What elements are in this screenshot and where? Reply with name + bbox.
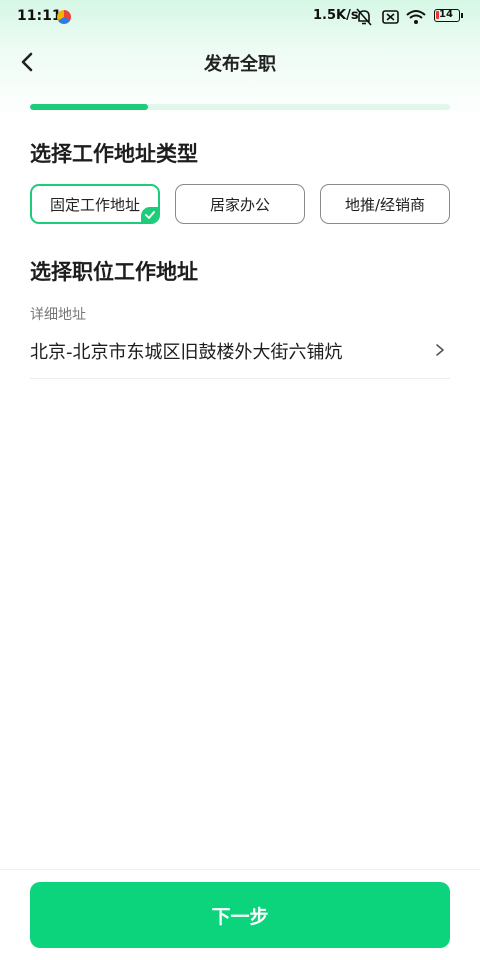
footer-divider — [0, 869, 480, 870]
option-label: 地推/经销商 — [344, 195, 426, 214]
wifi-icon — [406, 10, 426, 24]
address-selector[interactable]: 北京-北京市东城区旧鼓楼外大街六铺炕 — [30, 334, 450, 378]
progress-fill — [30, 104, 148, 110]
address-field-label: 详细地址 — [30, 307, 86, 323]
next-step-button[interactable]: 下一步 — [30, 882, 450, 948]
status-bar: 11:11 1.5K/s 14 — [0, 0, 480, 34]
nav-bar: 发布全职 — [0, 40, 480, 84]
work-type-title: 选择工作地址类型 — [30, 142, 198, 166]
option-fixed-address[interactable]: 固定工作地址 — [30, 184, 160, 224]
battery-level: 14 — [439, 9, 453, 20]
option-label: 固定工作地址 — [49, 195, 140, 214]
work-type-options: 固定工作地址 居家办公 地推/经销商 — [30, 184, 450, 224]
option-remote-work[interactable]: 居家办公 — [175, 184, 305, 224]
check-icon — [141, 207, 158, 222]
divider — [30, 378, 450, 379]
status-time: 11:11 — [17, 8, 62, 24]
battery-cap — [461, 13, 463, 18]
app-icon — [57, 10, 71, 24]
no-sim-icon — [382, 10, 399, 24]
option-label: 居家办公 — [209, 195, 270, 214]
page-title: 发布全职 — [204, 54, 276, 75]
battery-icon: 14 — [434, 9, 460, 22]
status-icons — [356, 8, 426, 26]
chevron-right-icon — [436, 344, 444, 356]
address-value: 北京-北京市东城区旧鼓楼外大街六铺炕 — [30, 342, 343, 363]
address-title: 选择职位工作地址 — [30, 260, 198, 284]
option-field-sales[interactable]: 地推/经销商 — [320, 184, 450, 224]
network-speed: 1.5K/s — [313, 8, 359, 23]
progress-bar — [30, 104, 450, 110]
mute-bell-icon — [356, 8, 372, 26]
